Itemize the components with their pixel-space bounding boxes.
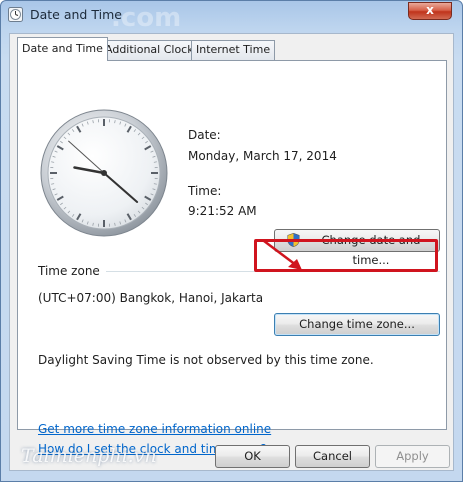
cancel-button[interactable]: Cancel <box>295 445 370 468</box>
tab-date-and-time[interactable]: Date and Time <box>17 37 108 61</box>
change-time-zone-button[interactable]: Change time zone... <box>274 313 440 336</box>
annotation-arrow-icon <box>263 240 302 270</box>
time-zone-heading: Time zone <box>38 264 100 278</box>
close-button[interactable]: x <box>408 2 452 20</box>
time-label: Time: <box>188 184 222 198</box>
tab-internet-time[interactable]: Internet Time <box>191 40 276 60</box>
time-value: 9:21:52 AM <box>188 204 257 218</box>
site-watermark: Taimienphi.vn <box>21 445 157 467</box>
date-time-window: .com Date and Time x Date and Time Addit… <box>0 0 463 482</box>
clock-icon <box>8 7 23 22</box>
time-zone-value: (UTC+07:00) Bangkok, Hanoi, Jakarta <box>38 291 264 305</box>
title-bar[interactable]: Date and Time x <box>1 1 462 29</box>
ok-button[interactable]: OK <box>215 445 290 468</box>
analog-clock <box>40 109 168 237</box>
window-title: Date and Time <box>30 7 122 22</box>
tab-additional-clocks[interactable]: Additional Clocks <box>100 40 205 60</box>
time-zone-info-link[interactable]: Get more time zone information online <box>38 422 271 436</box>
apply-button[interactable]: Apply <box>375 445 450 468</box>
dst-note: Daylight Saving Time is not observed by … <box>38 353 374 367</box>
date-value: Monday, March 17, 2014 <box>188 149 337 163</box>
date-label: Date: <box>188 128 221 142</box>
